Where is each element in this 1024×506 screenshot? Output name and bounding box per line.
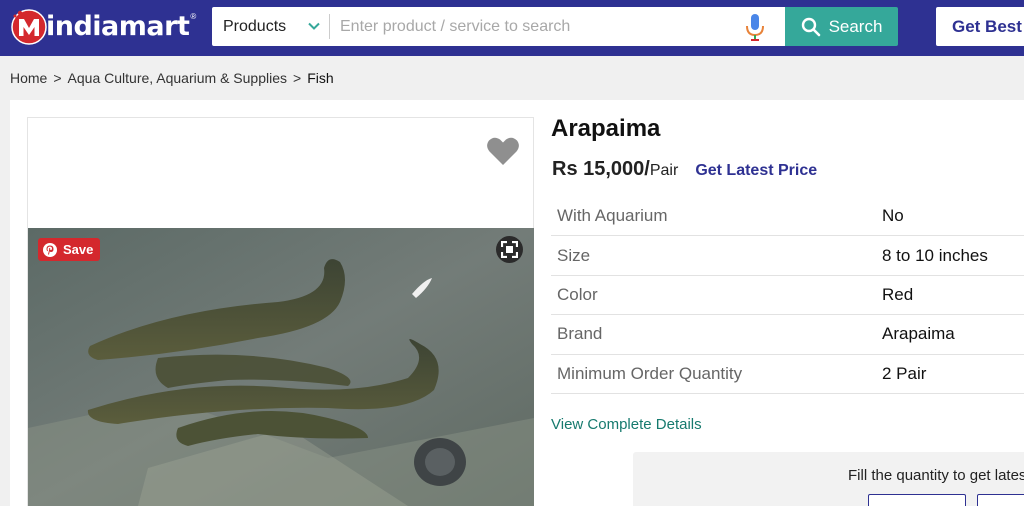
- quantity-input[interactable]: [868, 494, 966, 506]
- category-dropdown[interactable]: Products: [212, 7, 329, 46]
- arapaima-photo-image: [28, 228, 534, 506]
- breadcrumb-fish[interactable]: Fish: [307, 70, 333, 86]
- search-button[interactable]: Search: [785, 7, 898, 46]
- expand-image-button[interactable]: [496, 236, 523, 263]
- spec-row: Size 8 to 10 inches: [551, 236, 1024, 276]
- spec-key: Minimum Order Quantity: [557, 363, 743, 383]
- spec-row: Color Red: [551, 276, 1024, 316]
- spec-key: With Aquarium: [557, 206, 668, 226]
- spec-key: Brand: [557, 324, 603, 344]
- spec-value: No: [882, 206, 904, 226]
- spec-row: Brand Arapaima: [551, 315, 1024, 355]
- logo-m-icon: [11, 9, 47, 45]
- get-latest-price-link[interactable]: Get Latest Price: [695, 162, 817, 180]
- spec-key: Color: [557, 284, 598, 304]
- search-button-label: Search: [828, 16, 883, 36]
- breadcrumb-aqua-culture[interactable]: Aqua Culture, Aquarium & Supplies: [68, 70, 287, 86]
- spec-row: With Aquarium No: [551, 197, 1024, 237]
- unit-select[interactable]: [977, 494, 1024, 506]
- top-header: indiamart ® Products Search Get Best: [0, 0, 1024, 56]
- breadcrumb-separator: >: [293, 70, 302, 86]
- spec-value: 2 Pair: [882, 363, 927, 383]
- spec-value: Red: [882, 284, 914, 304]
- view-complete-details-link[interactable]: View Complete Details: [551, 416, 702, 433]
- breadcrumb: Home > Aqua Culture, Aquarium & Supplies…: [10, 70, 334, 86]
- spec-key: Size: [557, 245, 591, 265]
- price-row: Rs 15,000/ Pair Get Latest Price: [552, 158, 817, 181]
- chevron-down-icon: [308, 22, 320, 30]
- spec-value: 8 to 10 inches: [882, 245, 988, 265]
- breadcrumb-separator: >: [53, 70, 62, 86]
- microphone-icon[interactable]: [743, 13, 767, 41]
- save-label: Save: [63, 242, 94, 257]
- category-label: Products: [223, 17, 287, 35]
- fill-quantity-text: Fill the quantity to get latest price!: [848, 467, 1024, 484]
- search-icon: [801, 17, 820, 36]
- indiamart-logo[interactable]: indiamart ®: [10, 6, 196, 46]
- heart-icon[interactable]: [486, 136, 520, 166]
- product-title: Arapaima: [551, 115, 661, 142]
- search-bar: Products: [212, 7, 785, 46]
- get-best-price-button[interactable]: Get Best: [936, 7, 1024, 46]
- registered-mark: ®: [190, 11, 197, 21]
- expand-icon: [501, 241, 518, 258]
- logo-text: indiamart: [46, 10, 190, 42]
- product-photo[interactable]: [28, 228, 534, 506]
- product-price: Rs 15,000/: [552, 158, 650, 180]
- pinterest-save-button[interactable]: Save: [38, 238, 101, 261]
- get-best-label: Get Best: [952, 16, 1022, 36]
- pinterest-icon: [43, 242, 57, 257]
- breadcrumb-home[interactable]: Home: [10, 70, 47, 86]
- spec-value: Arapaima: [882, 324, 955, 344]
- search-input[interactable]: [330, 7, 735, 46]
- specifications-table: With Aquarium No Size 8 to 10 inches Col…: [551, 197, 1024, 394]
- spec-row: Minimum Order Quantity 2 Pair: [551, 355, 1024, 394]
- price-unit: Pair: [649, 162, 679, 179]
